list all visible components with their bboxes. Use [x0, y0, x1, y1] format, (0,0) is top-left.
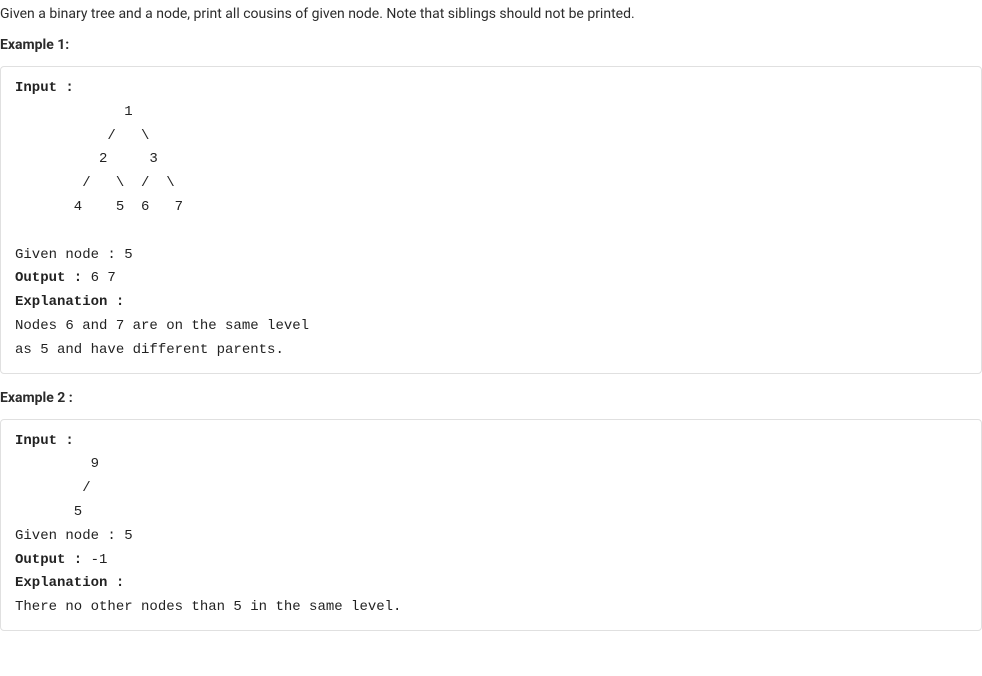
explanation-label: Explanation :: [15, 575, 124, 591]
tree-diagram-line: 5: [15, 504, 82, 520]
output-label: Output :: [15, 270, 82, 286]
explanation-text: There no other nodes than 5 in the same …: [15, 599, 401, 615]
tree-diagram-line: 4 5 6 7: [15, 199, 183, 215]
tree-diagram-line: / \ / \: [15, 175, 175, 191]
example1-heading: Example 1:: [0, 35, 982, 56]
output-value: 6 7: [82, 270, 116, 286]
explanation-text: as 5 and have different parents.: [15, 342, 284, 358]
given-node-line: Given node : 5: [15, 247, 133, 263]
tree-diagram-line: 1: [15, 104, 133, 120]
output-label: Output :: [15, 552, 82, 568]
input-label: Input :: [15, 433, 74, 449]
example2-codeblock: Input : 9 / 5 Given node : 5 Output : -1…: [0, 419, 982, 631]
tree-diagram-line: / \: [15, 128, 149, 144]
explanation-label: Explanation :: [15, 294, 124, 310]
example1-codeblock: Input : 1 / \ 2 3 / \ / \ 4 5 6 7 Given …: [0, 66, 982, 374]
tree-diagram-line: /: [15, 480, 91, 496]
example2-heading: Example 2 :: [0, 388, 982, 409]
explanation-text: Nodes 6 and 7 are on the same level: [15, 318, 317, 334]
tree-diagram-line: 2 3: [15, 151, 158, 167]
given-node-line: Given node : 5: [15, 528, 133, 544]
problem-container: Given a binary tree and a node, print al…: [0, 0, 982, 631]
output-value: -1: [82, 552, 107, 568]
input-label: Input :: [15, 80, 74, 96]
problem-statement: Given a binary tree and a node, print al…: [0, 4, 982, 25]
tree-diagram-line: 9: [15, 456, 99, 472]
